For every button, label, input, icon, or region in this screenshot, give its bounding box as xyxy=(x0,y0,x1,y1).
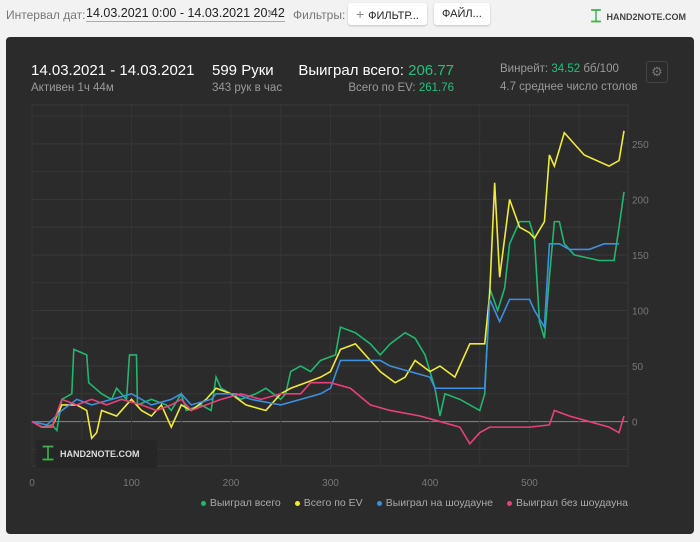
x-tick-label: 300 xyxy=(322,478,339,489)
y-tick-label: 150 xyxy=(632,251,649,262)
interval-label: Интервал дат: xyxy=(6,8,86,22)
legend-item[interactable]: Выиграл без шоудауна xyxy=(507,497,628,509)
legend-dot xyxy=(507,500,512,506)
logo-icon: ⌶ xyxy=(42,442,54,465)
logo-text: HAND2NOTE.COM xyxy=(606,11,686,22)
y-tick-label: 0 xyxy=(632,418,638,429)
watermark: ⌶ HAND2NOTE.COM xyxy=(36,440,157,468)
legend-label: Выиграл на шоудауне xyxy=(385,497,493,509)
y-tick-label: 50 xyxy=(632,362,644,373)
legend: Выиграл всего Всего по EV Выиграл на шоуда… xyxy=(200,497,628,509)
legend-dot xyxy=(376,500,382,506)
x-tick-label: 400 xyxy=(422,478,439,489)
watermark-text: HAND2NOTE.COM xyxy=(60,449,140,459)
x-tick-label: 500 xyxy=(521,478,538,489)
y-tick-label: 200 xyxy=(632,195,649,206)
y-tick-label: 100 xyxy=(632,306,649,317)
filter-button[interactable]: + ФИЛЬТР... xyxy=(348,3,427,25)
file-button[interactable]: ФАЙЛ... xyxy=(434,3,490,25)
toolbar: Интервал дат: 14.03.2021 0:00 - 14.03.20… xyxy=(0,0,700,30)
legend-label: Всего по EV xyxy=(303,497,363,509)
legend-dot xyxy=(200,500,206,506)
series-line-2 xyxy=(31,243,620,426)
filters-label: Фильтры: xyxy=(293,8,346,22)
legend-label: Выиграл всего xyxy=(209,497,281,509)
legend-label: Выиграл без шоудауна xyxy=(516,497,628,509)
y-tick-label: 250 xyxy=(632,140,649,151)
legend-dot xyxy=(294,500,300,506)
legend-item[interactable]: Всего по EV xyxy=(294,497,363,509)
x-tick-label: 0 xyxy=(29,478,35,489)
legend-item[interactable]: Выиграл на шоудауне xyxy=(376,497,493,509)
stats-panel: 14.03.2021 - 14.03.2021 Активен 1ч 44м 5… xyxy=(6,37,694,534)
legend-item[interactable]: Выиграл всего xyxy=(200,497,281,509)
date-interval-select[interactable]: 14.03.2021 0:00 - 14.03.2021 20:42 xyxy=(86,6,285,22)
chevron-down-icon[interactable]: ▼ xyxy=(266,8,275,18)
filter-button-label: ФИЛЬТР... xyxy=(368,10,419,22)
x-tick-label: 200 xyxy=(223,478,240,489)
x-tick-label: 100 xyxy=(123,478,140,489)
plus-icon: + xyxy=(356,6,369,22)
hand2note-logo[interactable]: ⌶ HAND2NOTE.COM xyxy=(591,6,686,27)
logo-icon: ⌶ xyxy=(590,6,602,26)
